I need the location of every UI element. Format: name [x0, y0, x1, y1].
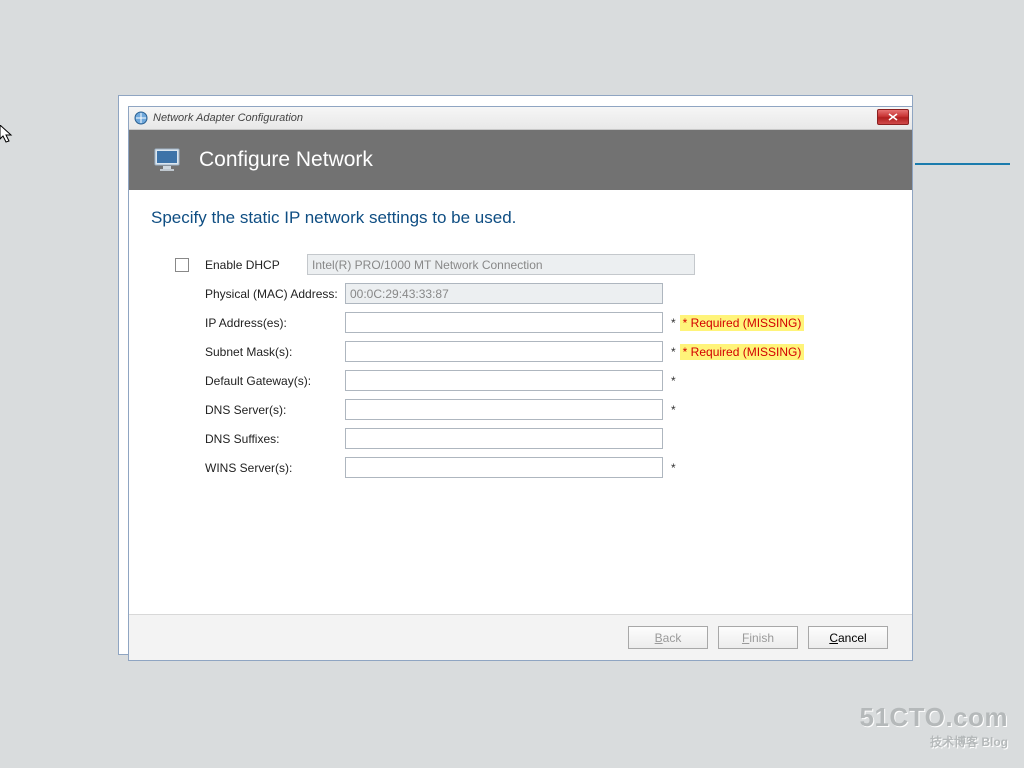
dns-asterisk: *	[671, 403, 676, 417]
gateway-label: Default Gateway(s):	[205, 374, 345, 388]
row-ip: IP Address(es): * * Required (MISSING)	[175, 308, 890, 337]
row-wins: WINS Server(s): *	[175, 453, 890, 482]
content-area: Specify the static IP network settings t…	[129, 190, 912, 614]
gateway-asterisk: *	[671, 374, 676, 388]
back-button: Back	[628, 626, 708, 649]
close-icon	[888, 113, 898, 121]
wins-input[interactable]	[345, 457, 663, 478]
form-area: Enable DHCP Intel(R) PRO/1000 MT Network…	[151, 250, 890, 482]
adapter-name-box: Intel(R) PRO/1000 MT Network Connection	[307, 254, 695, 275]
mac-input	[345, 283, 663, 304]
watermark-line1: 51CTO.com	[859, 702, 1008, 733]
mac-label: Physical (MAC) Address:	[205, 287, 345, 301]
header-band: Configure Network	[129, 130, 912, 190]
ip-asterisk: *	[671, 316, 676, 330]
subnet-asterisk: *	[671, 345, 676, 359]
subnet-input[interactable]	[345, 341, 663, 362]
row-enable-dhcp: Enable DHCP Intel(R) PRO/1000 MT Network…	[175, 250, 890, 279]
titlebar[interactable]: Network Adapter Configuration	[129, 107, 912, 130]
row-gateway: Default Gateway(s): *	[175, 366, 890, 395]
enable-dhcp-label: Enable DHCP	[205, 258, 307, 272]
header-title: Configure Network	[199, 148, 373, 172]
decoration-line	[915, 163, 1010, 165]
window-icon	[133, 110, 149, 126]
wins-asterisk: *	[671, 461, 676, 475]
row-suffix: DNS Suffixes:	[175, 424, 890, 453]
finish-button: Finish	[718, 626, 798, 649]
row-dns: DNS Server(s): *	[175, 395, 890, 424]
mouse-cursor-icon	[0, 125, 14, 145]
ip-required-badge: * Required (MISSING)	[680, 315, 805, 331]
titlebar-title: Network Adapter Configuration	[153, 112, 303, 124]
wins-label: WINS Server(s):	[205, 461, 345, 475]
dns-input[interactable]	[345, 399, 663, 420]
cancel-button[interactable]: Cancel	[808, 626, 888, 649]
network-adapter-config-dialog: Network Adapter Configuration Configure …	[128, 106, 913, 661]
monitor-icon	[153, 146, 185, 174]
gateway-input[interactable]	[345, 370, 663, 391]
watermark-line2: 技术博客 Blog	[859, 733, 1008, 750]
instruction-text: Specify the static IP network settings t…	[151, 208, 890, 228]
dns-label: DNS Server(s):	[205, 403, 345, 417]
close-button[interactable]	[877, 109, 909, 125]
suffix-input[interactable]	[345, 428, 663, 449]
subnet-required-badge: * Required (MISSING)	[680, 344, 805, 360]
enable-dhcp-checkbox[interactable]	[175, 258, 189, 272]
watermark: 51CTO.com 技术博客 Blog	[859, 702, 1008, 750]
row-subnet: Subnet Mask(s): * * Required (MISSING)	[175, 337, 890, 366]
suffix-label: DNS Suffixes:	[205, 432, 345, 446]
adapter-name-text: Intel(R) PRO/1000 MT Network Connection	[312, 258, 543, 272]
row-mac: Physical (MAC) Address:	[175, 279, 890, 308]
subnet-label: Subnet Mask(s):	[205, 345, 345, 359]
ip-input[interactable]	[345, 312, 663, 333]
ip-label: IP Address(es):	[205, 316, 345, 330]
footer: Back Finish Cancel	[129, 614, 912, 660]
